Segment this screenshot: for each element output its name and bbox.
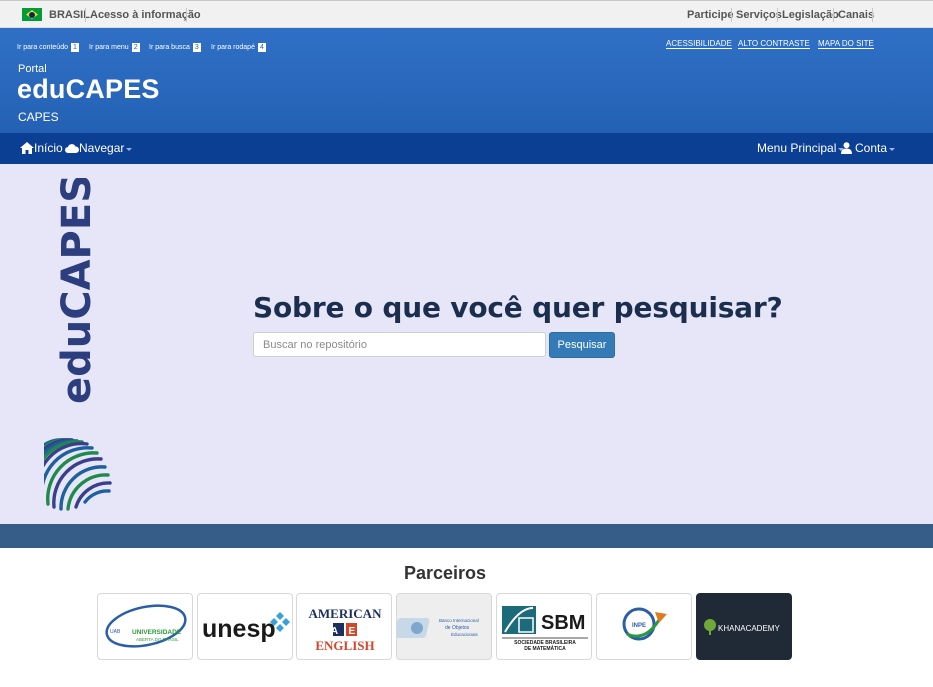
brasil-link[interactable]: BRASIL: [49, 9, 90, 21]
svg-text:ENGLISH: ENGLISH: [315, 638, 374, 653]
svg-text:AMERICAN: AMERICAN: [309, 606, 383, 621]
svg-text:KHANACADEMY: KHANACADEMY: [718, 624, 780, 633]
brazil-flag-icon[interactable]: [22, 8, 42, 21]
site-title[interactable]: eduCAPES: [17, 74, 160, 105]
separator: [833, 8, 834, 22]
svg-text:INPE: INPE: [632, 623, 646, 629]
skip-to-search-link[interactable]: Ir para busca 3: [149, 43, 201, 52]
separator: [777, 8, 778, 22]
separator: [85, 8, 86, 22]
svg-text:de Objetos: de Objetos: [445, 625, 470, 631]
svg-text:ABERTA DO BRASIL: ABERTA DO BRASIL: [136, 637, 179, 642]
nav-main-menu[interactable]: Menu Principal: [757, 141, 845, 155]
access-info-link[interactable]: Acesso à informação: [90, 9, 201, 21]
search-button[interactable]: Pesquisar: [549, 332, 615, 358]
skip-to-content-link[interactable]: Ir para conteúdo 1: [17, 43, 79, 52]
site-map-link[interactable]: MAPA DO SITE: [818, 39, 874, 49]
svg-text:SBM: SBM: [541, 612, 585, 634]
hero-section: eduCAPES Sobre o que você quer pesquisar…: [0, 164, 933, 524]
nav-main-menu-label: Menu Principal: [757, 141, 837, 155]
main-navbar: Início Navegar Menu Principal Conta: [0, 133, 933, 164]
nav-home[interactable]: Início: [20, 141, 63, 155]
partner-inpe-logo[interactable]: INPE: [596, 593, 692, 660]
svg-text:unesp: unesp: [202, 615, 276, 643]
partner-unesp-logo[interactable]: unesp: [197, 593, 293, 660]
site-subtitle: CAPES: [18, 110, 59, 124]
high-contrast-link[interactable]: ALTO CONTRASTE: [738, 39, 810, 49]
search-input[interactable]: [253, 332, 546, 357]
skip-to-menu-link[interactable]: Ir para menu 2: [89, 43, 140, 52]
legislacao-link[interactable]: Legislação: [782, 9, 839, 21]
home-icon: [20, 142, 34, 154]
nav-browse[interactable]: Navegar: [65, 141, 133, 155]
skip-to-footer-link[interactable]: Ir para rodapé 4: [211, 43, 266, 52]
partner-uab-logo[interactable]: UAB UNIVERSIDADE ABERTA DO BRASIL: [97, 593, 193, 660]
separator: [872, 8, 873, 22]
partners-title: Parceiros: [403, 563, 487, 583]
nav-home-label: Início: [34, 141, 63, 155]
khan-tree-icon: [704, 619, 716, 635]
nav-browse-label: Navegar: [79, 141, 125, 155]
gov-bar: BRASIL Acesso à informação Participe Ser…: [0, 0, 933, 28]
nav-account[interactable]: Conta: [841, 141, 896, 155]
svg-text:UAB: UAB: [110, 629, 121, 635]
site-header: Ir para conteúdo 1 Ir para menu 2 Ir para …: [0, 28, 933, 133]
svg-text:DE MATEMÁTICA: DE MATEMÁTICA: [524, 645, 566, 652]
partner-khan-academy-logo[interactable]: KHANACADEMY: [696, 593, 792, 660]
svg-text:Banco Internacional: Banco Internacional: [439, 618, 479, 623]
cloud-icon: [65, 143, 79, 153]
partner-sbm-logo[interactable]: SBM SOCIEDADE BRASILEIRA DE MATEMÁTICA: [496, 593, 592, 660]
canais-link[interactable]: Canais: [838, 9, 874, 21]
search-heading: Sobre o que você quer pesquisar?: [253, 291, 783, 324]
participe-link[interactable]: Participe: [687, 9, 733, 21]
servicos-link[interactable]: Serviços: [736, 9, 782, 21]
educapes-vertical-logo: eduCAPES: [29, 174, 114, 518]
partner-american-english-logo[interactable]: AMERICAN A E ENGLISH: [296, 593, 392, 660]
logo-text: eduCAPES: [54, 178, 100, 404]
divider-band: [0, 524, 933, 548]
svg-text:A E: A E: [331, 626, 359, 637]
chevron-down-icon: [126, 147, 133, 151]
user-icon: [841, 142, 852, 154]
chevron-down-icon: [889, 147, 896, 151]
nav-account-label: Conta: [855, 141, 888, 155]
separator: [731, 8, 732, 22]
logo-swirl-icon: [29, 438, 112, 511]
accessibility-link[interactable]: ACESSIBILIDADE: [666, 39, 732, 49]
svg-text:Educacionais: Educacionais: [451, 632, 479, 637]
separator: [186, 8, 187, 22]
partner-bioe-logo[interactable]: Banco Internacional de Objetos Educacion…: [396, 593, 492, 660]
svg-text:UNIVERSIDADE: UNIVERSIDADE: [132, 629, 182, 636]
